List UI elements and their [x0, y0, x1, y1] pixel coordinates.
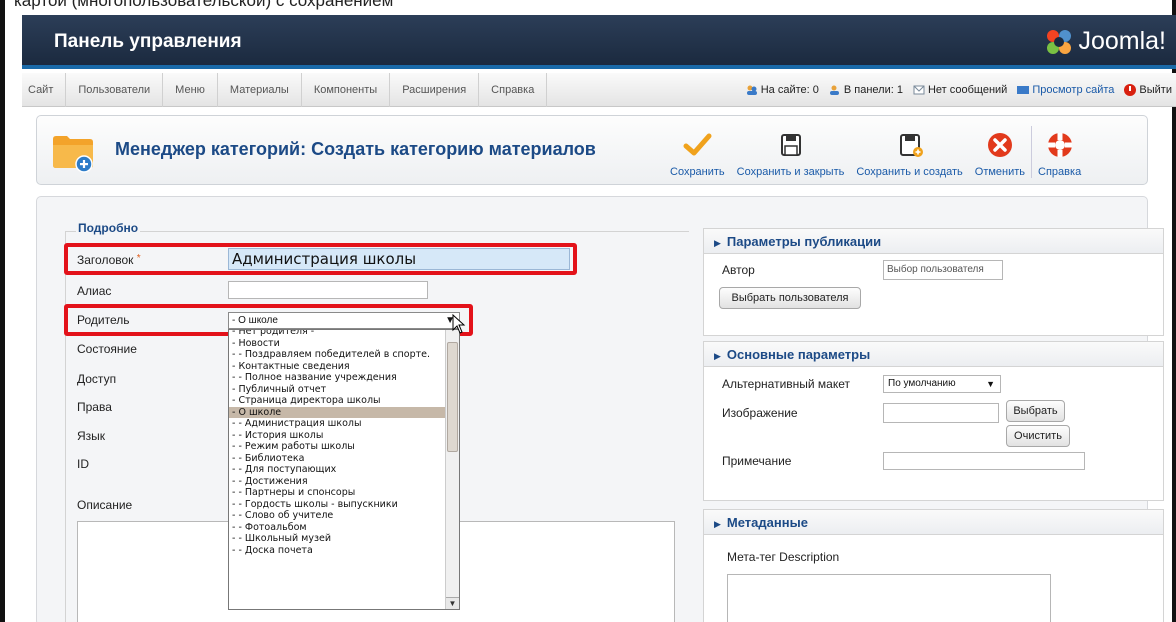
layout-select[interactable]: По умолчанию ▼ — [883, 375, 1001, 393]
dropdown-option[interactable]: - - Библиотека — [229, 453, 447, 465]
toolbar-box: Менеджер категорий: Создать категорию ма… — [36, 115, 1148, 185]
dropdown-option[interactable]: - Контактные сведения — [229, 361, 447, 373]
dropdown-option[interactable]: - - Достижения — [229, 476, 447, 488]
dropdown-option[interactable]: - Публичный отчет — [229, 384, 447, 396]
description-label: Описание — [77, 498, 133, 512]
rights-label: Права — [77, 400, 112, 414]
menu-item-users[interactable]: Пользователи — [66, 73, 164, 107]
image-input[interactable] — [883, 403, 999, 423]
publishing-panel-header[interactable]: ▶ Параметры публикации — [704, 229, 1163, 254]
scroll-down-arrow-icon[interactable]: ▼ — [446, 597, 459, 609]
dropdown-option[interactable]: - - Доска почета — [229, 545, 447, 557]
dropdown-option[interactable]: - Новости — [229, 338, 447, 350]
basic-panel-header[interactable]: ▶ Основные параметры — [704, 342, 1163, 367]
view-site-link[interactable]: Просмотр сайта — [1017, 84, 1114, 96]
window-left-border — [0, 0, 5, 622]
meta-description-label: Мета-тег Description — [727, 550, 840, 564]
menu-item-menus[interactable]: Меню — [163, 73, 218, 107]
dropdown-option[interactable]: - - Поздравляем победителей в спорте. — [229, 349, 447, 361]
top-cut-strip: картой (многопользовательской) с сохране… — [0, 0, 1176, 15]
dropdown-option[interactable]: - - Гордость школы - выпускники — [229, 499, 447, 511]
dropdown-option[interactable]: - - Полное название учреждения — [229, 372, 447, 384]
logout-link[interactable]: Выйти — [1124, 84, 1172, 96]
status-in-panel: В панели: 1 — [829, 84, 903, 96]
author-input[interactable]: Выбор пользователя — [883, 260, 1003, 280]
help-button[interactable]: Справка — [1032, 116, 1087, 178]
chevron-down-icon: ▼ — [986, 379, 995, 389]
image-label: Изображение — [722, 406, 798, 420]
dropdown-option[interactable]: - - Слово об учителе — [229, 510, 447, 522]
alias-input[interactable] — [228, 281, 428, 299]
state-label: Состояние — [77, 342, 137, 356]
save-new-button[interactable]: Сохранить и создать — [850, 116, 968, 178]
select-image-button[interactable]: Выбрать — [1006, 400, 1065, 422]
meta-description-textarea[interactable] — [727, 574, 1051, 622]
dropdown-option[interactable]: - Страница директора школы — [229, 395, 447, 407]
status-online: На сайте: 0 — [746, 84, 819, 96]
dropdown-option[interactable]: - О школе — [229, 406, 447, 418]
note-input[interactable] — [883, 452, 1085, 470]
admin-header: Панель управления Joomla! — [22, 15, 1176, 69]
save-close-button[interactable]: Сохранить и закрыть — [731, 116, 851, 178]
logout-icon — [1124, 84, 1137, 96]
floppy-disk-icon — [780, 134, 801, 156]
joomla-brand-text: Joomla! — [1078, 27, 1166, 55]
access-label: Доступ — [77, 372, 117, 386]
publishing-panel: ▶ Параметры публикации — [703, 228, 1164, 336]
joomla-logo[interactable]: Joomla! — [1045, 27, 1166, 56]
cancel-x-icon — [987, 133, 1012, 157]
id-label: ID — [77, 457, 89, 471]
scrollbar-thumb[interactable] — [447, 342, 458, 452]
dropdown-option[interactable]: - - Школьный музей — [229, 533, 447, 545]
clear-image-button[interactable]: Очистить — [1006, 425, 1070, 447]
alias-label: Алиас — [77, 284, 112, 298]
checkmark-icon — [683, 133, 712, 156]
author-label: Автор — [722, 263, 755, 277]
dropdown-scrollbar[interactable]: ▼ — [445, 330, 459, 609]
status-messages[interactable]: Нет сообщений — [913, 84, 1007, 96]
message-icon — [913, 85, 925, 95]
header-title: Панель управления — [54, 31, 242, 52]
toolbar-buttons: Сохранить Сохранить и закрыть Сохранить … — [664, 116, 1087, 186]
menu-item-components[interactable]: Компоненты — [302, 73, 391, 107]
dropdown-option[interactable]: - - История школы — [229, 430, 447, 442]
title-highlight-box — [64, 243, 577, 275]
joomla-icon — [1047, 29, 1072, 54]
language-label: Язык — [77, 429, 106, 443]
menu-item-help[interactable]: Справка — [479, 73, 548, 107]
dropdown-option[interactable]: - Нет родителя - — [229, 330, 447, 338]
users-icon — [746, 85, 757, 95]
layout-label: Альтернативный макет — [722, 377, 851, 391]
metadata-panel-header[interactable]: ▶ Метаданные — [704, 510, 1163, 535]
note-label: Примечание — [722, 454, 792, 468]
dropdown-option[interactable]: - - Фотоальбом — [229, 522, 447, 534]
menu-item-site[interactable]: Сайт — [22, 73, 67, 107]
page-title: Менеджер категорий: Создать категорию ма… — [115, 139, 596, 159]
user-icon — [829, 85, 839, 95]
dropdown-items: - Нет родителя -- Новости - - Поздравляем… — [229, 330, 447, 557]
lifebuoy-icon — [1047, 133, 1072, 157]
parent-dropdown-list[interactable]: - Нет родителя -- Новости - - Поздравляем… — [228, 329, 460, 610]
triangle-right-icon: ▶ — [714, 519, 721, 529]
menu-item-extensions[interactable]: Расширения — [390, 73, 480, 107]
dropdown-option[interactable]: - - Администрация школы — [229, 418, 447, 430]
triangle-right-icon: ▶ — [714, 351, 721, 361]
floppy-disk-plus-icon — [899, 134, 923, 157]
dropdown-option[interactable]: - - Партнеры и спонсоры — [229, 487, 447, 499]
select-user-button[interactable]: Выбрать пользователя — [719, 287, 861, 309]
monitor-icon — [1017, 86, 1030, 94]
dropdown-option[interactable]: - - Для поступающих — [229, 464, 447, 476]
cancel-button[interactable]: Отменить — [969, 116, 1031, 178]
main-menu-bar: Сайт Пользователи Меню Материалы Компоне… — [22, 73, 1176, 107]
menu-item-content[interactable]: Материалы — [218, 73, 302, 107]
details-legend: Подробно — [76, 221, 141, 235]
status-bar: На сайте: 0 В панели: 1 Нет сообщений Пр… — [746, 73, 1172, 107]
triangle-right-icon: ▶ — [714, 238, 721, 248]
category-folder-icon — [53, 136, 93, 173]
dropdown-option[interactable]: - - Режим работы школы — [229, 441, 447, 453]
mouse-cursor-icon — [452, 314, 466, 334]
save-button[interactable]: Сохранить — [664, 116, 731, 178]
top-cut-text: картой (многопользовательской) с сохране… — [14, 0, 394, 10]
